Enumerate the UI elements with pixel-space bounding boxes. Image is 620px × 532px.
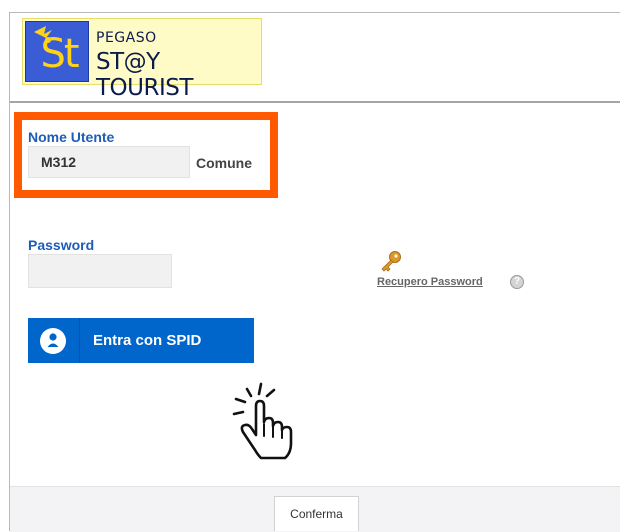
- logo-line1: PEGASO: [96, 30, 157, 46]
- hand-cursor-icon: [232, 382, 293, 460]
- logo-mark: St: [25, 21, 89, 82]
- user-icon: [40, 328, 66, 354]
- username-label: Nome Utente: [28, 129, 115, 145]
- username-input[interactable]: [28, 146, 190, 178]
- password-input[interactable]: [28, 254, 172, 288]
- key-icon: [381, 251, 401, 272]
- spid-login-button[interactable]: Entra con SPID: [28, 318, 254, 363]
- app-logo: St PEGASO ST@Y TOURIST: [22, 18, 262, 101]
- logo-line2: ST@Y TOURIST: [96, 49, 193, 101]
- comune-suffix: Comune: [196, 155, 252, 171]
- help-icon[interactable]: ?: [510, 275, 524, 289]
- password-label: Password: [28, 237, 95, 253]
- angel-icon: [34, 26, 52, 43]
- header: St PEGASO ST@Y TOURIST: [10, 13, 620, 103]
- confirm-button[interactable]: Conferma: [274, 496, 359, 531]
- spid-icon-wrap: [28, 318, 80, 363]
- spid-button-label: Entra con SPID: [93, 332, 202, 349]
- password-recovery-link[interactable]: Recupero Password: [377, 276, 483, 288]
